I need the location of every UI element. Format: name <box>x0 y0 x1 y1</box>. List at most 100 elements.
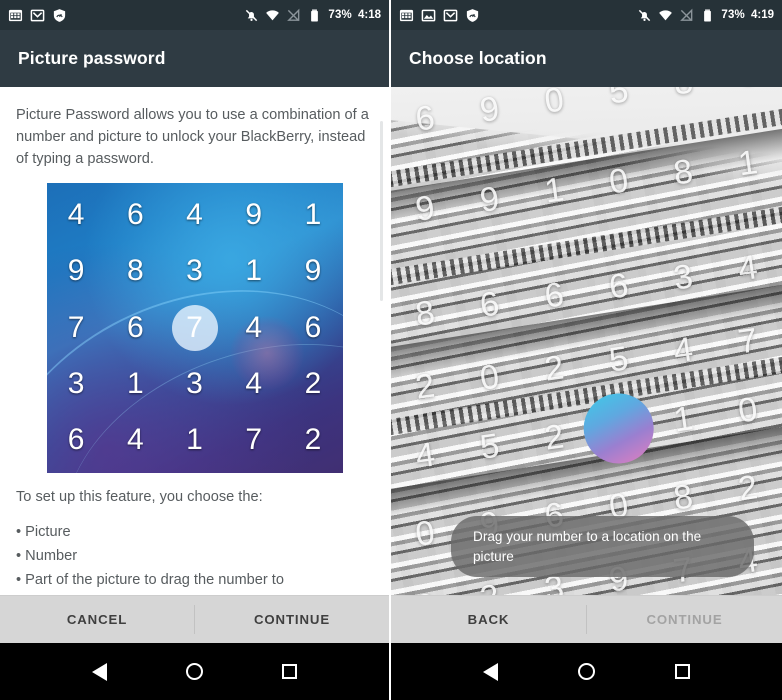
grid-number[interactable]: 4 <box>224 311 283 345</box>
grid-number[interactable]: 7 <box>224 423 283 457</box>
overlay-number[interactable]: 5 <box>584 336 654 384</box>
grid-number[interactable]: 9 <box>283 254 342 288</box>
overlay-number[interactable]: 0 <box>584 158 654 206</box>
overlay-number[interactable]: 7 <box>713 318 782 366</box>
overlay-number-label: 8 <box>671 87 695 104</box>
grid-number[interactable]: 2 <box>283 423 342 457</box>
overlay-number-label: 4 <box>413 435 438 476</box>
grid-number[interactable]: 1 <box>224 254 283 288</box>
overlay-number[interactable]: 5 <box>584 87 654 116</box>
overlay-number[interactable]: 1 <box>713 140 782 188</box>
overlay-number[interactable]: 0 <box>713 87 782 98</box>
grid-number[interactable]: 9 <box>47 254 106 288</box>
cancel-button[interactable]: CANCEL <box>0 596 194 643</box>
howto-section: To set up this feature, you choose the: … <box>0 473 389 593</box>
grid-number-label: 4 <box>245 366 263 400</box>
grid-number-label: 7 <box>186 310 203 344</box>
grid-number[interactable]: 4 <box>224 367 283 401</box>
overlay-number[interactable]: 8 <box>648 149 718 197</box>
photo-icon <box>421 9 436 21</box>
overlay-number-label: 6 <box>413 98 438 139</box>
overlay-number[interactable]: 4 <box>648 327 718 375</box>
nav-bar-left <box>0 643 389 700</box>
overlay-number[interactable]: 6 <box>391 95 460 143</box>
grid-number-selected[interactable]: 7 <box>165 304 224 351</box>
grid-number[interactable]: 6 <box>283 311 342 345</box>
overlay-number-label: 2 <box>542 416 567 458</box>
back-nav-icon[interactable] <box>91 662 107 681</box>
grid-number-label: 2 <box>304 366 322 400</box>
overlay-number[interactable]: 6 <box>584 263 654 311</box>
grid-number-label: 1 <box>304 197 322 231</box>
overlay-number[interactable]: 2 <box>519 345 589 393</box>
scrollbar-left[interactable] <box>380 121 383 301</box>
grid-number[interactable]: 4 <box>165 198 224 232</box>
picture-password-grid[interactable]: 4 6 4 9 1 9 8 3 1 9 7 6 7 4 6 3 1 3 4 2 6 4 1 7 2 <box>46 182 343 473</box>
grid-number[interactable]: 1 <box>165 423 224 457</box>
overlay-number[interactable]: 6 <box>455 281 525 329</box>
overlay-number[interactable]: 2 <box>455 574 525 595</box>
overlay-number[interactable]: 9 <box>455 176 525 224</box>
grid-number[interactable]: 9 <box>224 198 283 232</box>
grid-number[interactable]: 7 <box>47 311 106 345</box>
drag-hint-tooltip: Drag your number to a location on the pi… <box>451 516 754 577</box>
back-nav-icon[interactable] <box>483 662 498 681</box>
grid-number[interactable]: 8 <box>106 254 165 288</box>
overlay-number[interactable]: 9 <box>455 87 525 134</box>
back-button[interactable]: BACK <box>391 596 586 643</box>
page-title-left: Picture password <box>18 48 166 68</box>
overlay-number-label: 8 <box>671 477 696 518</box>
overlay-number[interactable]: 1 <box>648 394 718 445</box>
overlay-number[interactable]: 8 <box>391 290 460 338</box>
overlay-number[interactable]: 6 <box>519 272 589 320</box>
grid-number-label: 7 <box>67 310 85 344</box>
overlay-number[interactable]: 8 <box>648 87 718 107</box>
overlay-number[interactable]: 9 <box>391 185 460 233</box>
overlay-number[interactable]: 0 <box>391 510 460 558</box>
number-grid-wrapper: 4 6 4 9 1 9 8 3 1 9 7 6 7 4 6 3 1 3 4 2 6 4 1 7 2 <box>0 182 389 473</box>
grid-row: 4 6 4 9 1 <box>47 187 343 243</box>
grid-number-label: 1 <box>186 423 203 457</box>
overlay-number[interactable]: 2 <box>519 412 589 463</box>
overlay-number[interactable]: 8 <box>391 583 460 595</box>
overlay-number[interactable]: 0 <box>713 385 782 436</box>
grid-row: 7 6 7 4 6 <box>47 299 343 355</box>
grid-number[interactable]: 6 <box>47 423 106 457</box>
grid-number[interactable]: 1 <box>283 198 342 232</box>
home-nav-icon[interactable] <box>185 663 203 680</box>
battery-percent-right: 73% <box>721 9 745 21</box>
overlay-number[interactable]: 4 <box>713 245 782 293</box>
recents-nav-icon[interactable] <box>282 664 298 679</box>
grid-row: 9 8 3 1 9 <box>47 243 343 299</box>
howto-item: • Number <box>16 548 78 565</box>
overlay-number[interactable]: 0 <box>519 87 589 125</box>
overlay-number-label: 8 <box>671 152 696 193</box>
continue-button-left[interactable]: CONTINUE <box>195 596 389 643</box>
overlay-number[interactable]: 0 <box>455 354 525 402</box>
grid-number[interactable]: 4 <box>106 423 165 457</box>
content-right[interactable]: 6905809910818666342025474525100960828239… <box>391 87 782 595</box>
grid-number[interactable]: 3 <box>165 254 224 288</box>
overlay-number-highlighted[interactable]: 5 <box>584 403 654 454</box>
grid-number[interactable]: 2 <box>283 367 342 401</box>
recents-nav-icon[interactable] <box>675 664 690 679</box>
overlay-number[interactable]: 3 <box>648 254 718 302</box>
battery-icon <box>311 9 319 21</box>
status-icons-right <box>399 8 480 23</box>
overlay-row: 866634 <box>391 245 782 338</box>
grid-number[interactable]: 6 <box>106 311 165 345</box>
overlay-number-label: 2 <box>413 366 438 407</box>
overlay-number[interactable]: 5 <box>455 421 525 472</box>
grid-number[interactable]: 4 <box>47 198 106 232</box>
grid-number[interactable]: 3 <box>165 367 224 401</box>
overlay-number[interactable]: 2 <box>713 465 782 513</box>
overlay-number[interactable]: 4 <box>391 430 460 481</box>
overlay-number[interactable]: 1 <box>519 167 589 215</box>
grid-number[interactable]: 3 <box>47 367 106 401</box>
grid-number[interactable]: 6 <box>106 198 165 232</box>
home-nav-icon[interactable] <box>578 663 595 680</box>
grid-number[interactable]: 1 <box>106 367 165 401</box>
overlay-number[interactable]: 2 <box>391 363 460 411</box>
overlay-number[interactable]: 8 <box>648 474 718 522</box>
content-left: Picture Password allows you to use a com… <box>0 87 389 595</box>
